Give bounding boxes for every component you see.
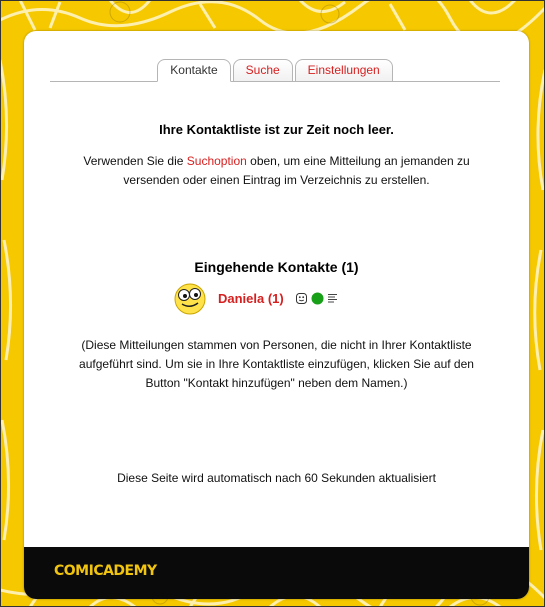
content-card: Kontakte Suche Einstellungen Ihre Kontak…: [24, 31, 529, 599]
tab-einstellungen[interactable]: Einstellungen: [294, 59, 393, 82]
incoming-note: (Diese Mitteilungen stammen von Personen…: [79, 338, 474, 390]
avatar: [174, 283, 206, 315]
online-status-icon: [311, 292, 324, 305]
search-option-link[interactable]: Suchoption: [187, 154, 247, 168]
tab-kontakte[interactable]: Kontakte: [157, 59, 231, 82]
smiley-face-icon[interactable]: [295, 292, 307, 304]
empty-list-heading: Ihre Kontaktliste ist zur Zeit noch leer…: [159, 122, 394, 137]
footer: COMICADEMY: [24, 547, 529, 599]
tab-suche[interactable]: Suche: [232, 59, 293, 82]
tab-bar: Kontakte Suche Einstellungen: [50, 57, 500, 82]
intro-text: Verwenden Sie die Suchoption oben, um ei…: [69, 152, 484, 190]
details-list-icon[interactable]: [327, 293, 338, 304]
auto-refresh-note: Diese Seite wird automatisch nach 60 Sek…: [117, 471, 436, 485]
contact-name-link[interactable]: Daniela (1): [218, 291, 284, 306]
intro-text-before: Verwenden Sie die: [83, 154, 187, 168]
incoming-contacts-heading: Eingehende Kontakte (1): [194, 259, 359, 275]
comicademy-logo[interactable]: COMICADEMY: [54, 563, 157, 579]
contact-row: Daniela (1): [172, 280, 342, 316]
